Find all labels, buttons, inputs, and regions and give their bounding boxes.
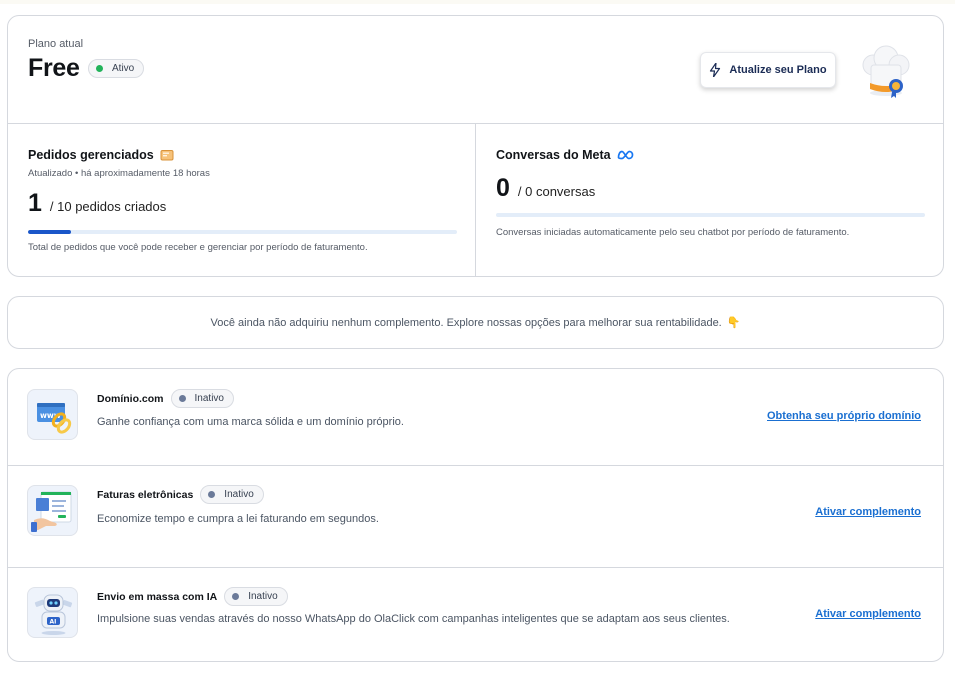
orders-progress-bar — [28, 230, 457, 234]
addon-invoices-description: Economize tempo e cumpra a lei faturando… — [97, 513, 379, 525]
orders-count: 1 — [28, 189, 42, 217]
meta-count-suffix: / 0 conversas — [517, 184, 596, 199]
meta-progress-bar — [496, 213, 925, 217]
addon-bulk-description: Impulsione suas vendas através do nosso … — [97, 613, 730, 625]
addon-bulk-status-badge: Inativo — [224, 587, 288, 606]
orders-value: 1 / 10 pedidos criados — [28, 189, 166, 218]
meta-logo-icon — [617, 150, 633, 160]
activate-bulk-messaging-link[interactable]: Ativar complemento — [815, 608, 921, 620]
www-chain-icon: www — [27, 389, 78, 440]
inactive-dot-icon — [232, 593, 240, 600]
addon-domain-name: Domínio.com — [97, 392, 164, 405]
plan-status-label: Ativo — [112, 63, 135, 74]
plan-header: Plano atual Free Ativo Atualize seu Plan… — [8, 16, 943, 124]
meta-title-label: Conversas do Meta — [496, 148, 611, 162]
upgrade-plan-label: Atualize seu Plano — [729, 64, 827, 76]
meta-description: Conversas iniciadas automaticamente pelo… — [496, 227, 850, 238]
addon-bulk-head: Envio em massa com IA Inativo — [97, 587, 288, 606]
addon-domain-description: Ganhe confiança com uma marca sólida e u… — [97, 416, 404, 428]
meta-count: 0 — [496, 174, 510, 202]
addon-invoices-status: Inativo — [224, 489, 254, 500]
orders-title-label: Pedidos gerenciados — [28, 148, 154, 162]
addon-invoices-name: Faturas eletrônicas — [97, 488, 194, 501]
addon-domain-status-badge: Inativo — [170, 389, 234, 408]
current-plan-card: Plano atual Free Ativo Atualize seu Plan… — [7, 15, 944, 277]
addon-domain-head: Domínio.com Inativo — [97, 389, 234, 408]
addons-list: www Domínio.com Inativo Ganhe confiança … — [7, 368, 944, 662]
active-dot-icon — [96, 65, 103, 72]
order-box-icon — [160, 150, 174, 161]
addon-item-domain: www Domínio.com Inativo Ganhe confiança … — [8, 369, 943, 465]
inactive-dot-icon — [208, 491, 216, 498]
addons-info-banner: Você ainda não adquiriu nenhum complemen… — [7, 296, 944, 349]
meta-value: 0 / 0 conversas — [496, 174, 595, 203]
addon-invoices-status-badge: Inativo — [200, 485, 264, 504]
orders-count-suffix: / 10 pedidos criados — [49, 199, 167, 214]
get-domain-link[interactable]: Obtenha seu próprio domínio — [767, 410, 921, 422]
plan-name: Free — [28, 54, 80, 82]
addon-bulk-name: Envio em massa com IA — [97, 590, 218, 603]
chef-hat-icon — [862, 45, 910, 98]
pointing-down-icon: 👇 — [726, 317, 741, 329]
plan-metrics: Pedidos gerenciados Atualizado • há apro… — [8, 124, 943, 277]
bolt-icon — [710, 63, 721, 77]
addon-item-bulk-messaging: AI Envio em massa com IA Inativo Impulsi… — [8, 567, 943, 661]
orders-title: Pedidos gerenciados — [28, 148, 174, 162]
invoice-screen-icon — [27, 485, 78, 536]
plan-label: Plano atual — [28, 38, 84, 50]
upgrade-plan-button[interactable]: Atualize seu Plano — [700, 52, 836, 88]
meta-title: Conversas do Meta — [496, 148, 634, 162]
addon-item-invoices: Faturas eletrônicas Inativo Economize te… — [8, 465, 943, 567]
orders-progress-fill — [28, 230, 71, 234]
svg-text:AI: AI — [50, 619, 57, 626]
top-strip — [0, 0, 955, 4]
orders-updated: Atualizado • há aproximadamente 18 horas — [28, 168, 210, 179]
addon-bulk-status: Inativo — [248, 591, 278, 602]
addon-domain-status: Inativo — [194, 393, 224, 404]
info-banner-text: Você ainda não adquiriu nenhum complemen… — [210, 316, 722, 329]
plan-status-badge: Ativo — [88, 59, 145, 78]
addon-invoices-head: Faturas eletrônicas Inativo — [97, 485, 264, 504]
activate-invoices-link[interactable]: Ativar complemento — [815, 506, 921, 518]
meta-conversations-metric: Conversas do Meta 0 / 0 conversas Conver… — [476, 124, 944, 277]
orders-description: Total de pedidos que você pode receber e… — [28, 242, 368, 253]
orders-metric: Pedidos gerenciados Atualizado • há apro… — [8, 124, 476, 277]
inactive-dot-icon — [178, 395, 186, 402]
ai-robot-icon: AI — [27, 587, 78, 638]
